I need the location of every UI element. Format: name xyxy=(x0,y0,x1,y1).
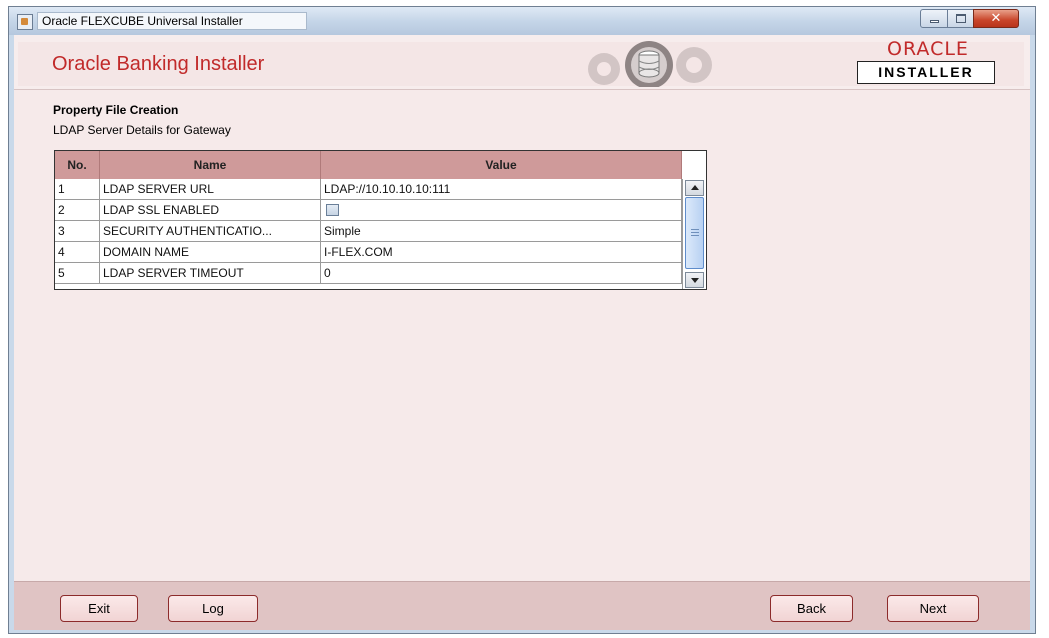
property-value[interactable]: LDAP://10.10.10.10:111 xyxy=(321,179,682,200)
section-subtitle: LDAP Server Details for Gateway xyxy=(53,123,231,137)
window-title-box: Oracle FLEXCUBE Universal Installer xyxy=(37,12,307,30)
scroll-down-button[interactable] xyxy=(685,272,704,288)
java-app-icon xyxy=(17,14,33,30)
column-header-value[interactable]: Value xyxy=(321,151,682,179)
property-name: LDAP SERVER URL xyxy=(100,179,321,200)
window-title: Oracle FLEXCUBE Universal Installer xyxy=(42,14,243,28)
property-value-cell xyxy=(321,200,682,221)
property-name: SECURITY AUTHENTICATIO... xyxy=(100,221,321,242)
window-titlebar[interactable]: Oracle FLEXCUBE Universal Installer ✕ xyxy=(9,7,1035,35)
minimize-icon xyxy=(930,20,939,23)
installer-window: Oracle FLEXCUBE Universal Installer ✕ Or… xyxy=(8,6,1036,634)
back-button[interactable]: Back xyxy=(770,595,853,622)
table-row[interactable]: 5 LDAP SERVER TIMEOUT 0 xyxy=(55,263,682,284)
app-title: Oracle Banking Installer xyxy=(52,53,265,75)
row-number: 3 xyxy=(55,221,100,242)
grip-line xyxy=(691,232,699,233)
close-button[interactable]: ✕ xyxy=(973,9,1019,28)
arrow-down-icon xyxy=(691,278,699,283)
table-row[interactable]: 4 DOMAIN NAME I-FLEX.COM xyxy=(55,242,682,263)
close-icon: ✕ xyxy=(990,11,1002,26)
column-header-no[interactable]: No. xyxy=(55,151,100,179)
property-name: DOMAIN NAME xyxy=(100,242,321,263)
oracle-logo: ORACLE xyxy=(887,38,969,60)
installer-badge: INSTALLER xyxy=(857,61,995,84)
button-bar: Exit Log Back Next xyxy=(14,581,1030,630)
header-banner: Oracle Banking Installer ORACLE INSTALLE… xyxy=(14,35,1030,90)
grip-line xyxy=(691,235,699,236)
property-name: LDAP SERVER TIMEOUT xyxy=(100,263,321,284)
property-value[interactable]: I-FLEX.COM xyxy=(321,242,682,263)
ldap-properties-table: No. Name Value 1 LDAP SERVER URL LDAP://… xyxy=(54,150,707,290)
row-number: 5 xyxy=(55,263,100,284)
table-row[interactable]: 2 LDAP SSL ENABLED xyxy=(55,200,682,221)
gears-database-icon xyxy=(588,41,712,87)
scroll-thumb[interactable] xyxy=(685,197,704,269)
table-row[interactable]: 3 SECURITY AUTHENTICATIO... Simple xyxy=(55,221,682,242)
table-scrollbar[interactable] xyxy=(682,179,706,289)
ssl-enabled-checkbox[interactable] xyxy=(326,204,339,216)
property-value[interactable]: Simple xyxy=(321,221,682,242)
installer-content: Oracle Banking Installer ORACLE INSTALLE… xyxy=(14,35,1030,630)
property-name: LDAP SSL ENABLED xyxy=(100,200,321,221)
header-corner xyxy=(682,151,706,179)
row-number: 2 xyxy=(55,200,100,221)
grip-line xyxy=(691,229,699,230)
next-button[interactable]: Next xyxy=(887,595,979,622)
row-number: 4 xyxy=(55,242,100,263)
row-number: 1 xyxy=(55,179,100,200)
exit-button[interactable]: Exit xyxy=(60,595,138,622)
column-header-name[interactable]: Name xyxy=(100,151,321,179)
property-value[interactable]: 0 xyxy=(321,263,682,284)
log-button[interactable]: Log xyxy=(168,595,258,622)
arrow-up-icon xyxy=(691,185,699,190)
minimize-button[interactable] xyxy=(920,9,948,28)
table-row[interactable]: 1 LDAP SERVER URL LDAP://10.10.10.10:111 xyxy=(55,179,682,200)
scroll-up-button[interactable] xyxy=(685,180,704,196)
maximize-button[interactable] xyxy=(947,9,974,28)
section-title: Property File Creation xyxy=(53,103,179,117)
maximize-icon xyxy=(956,14,966,23)
